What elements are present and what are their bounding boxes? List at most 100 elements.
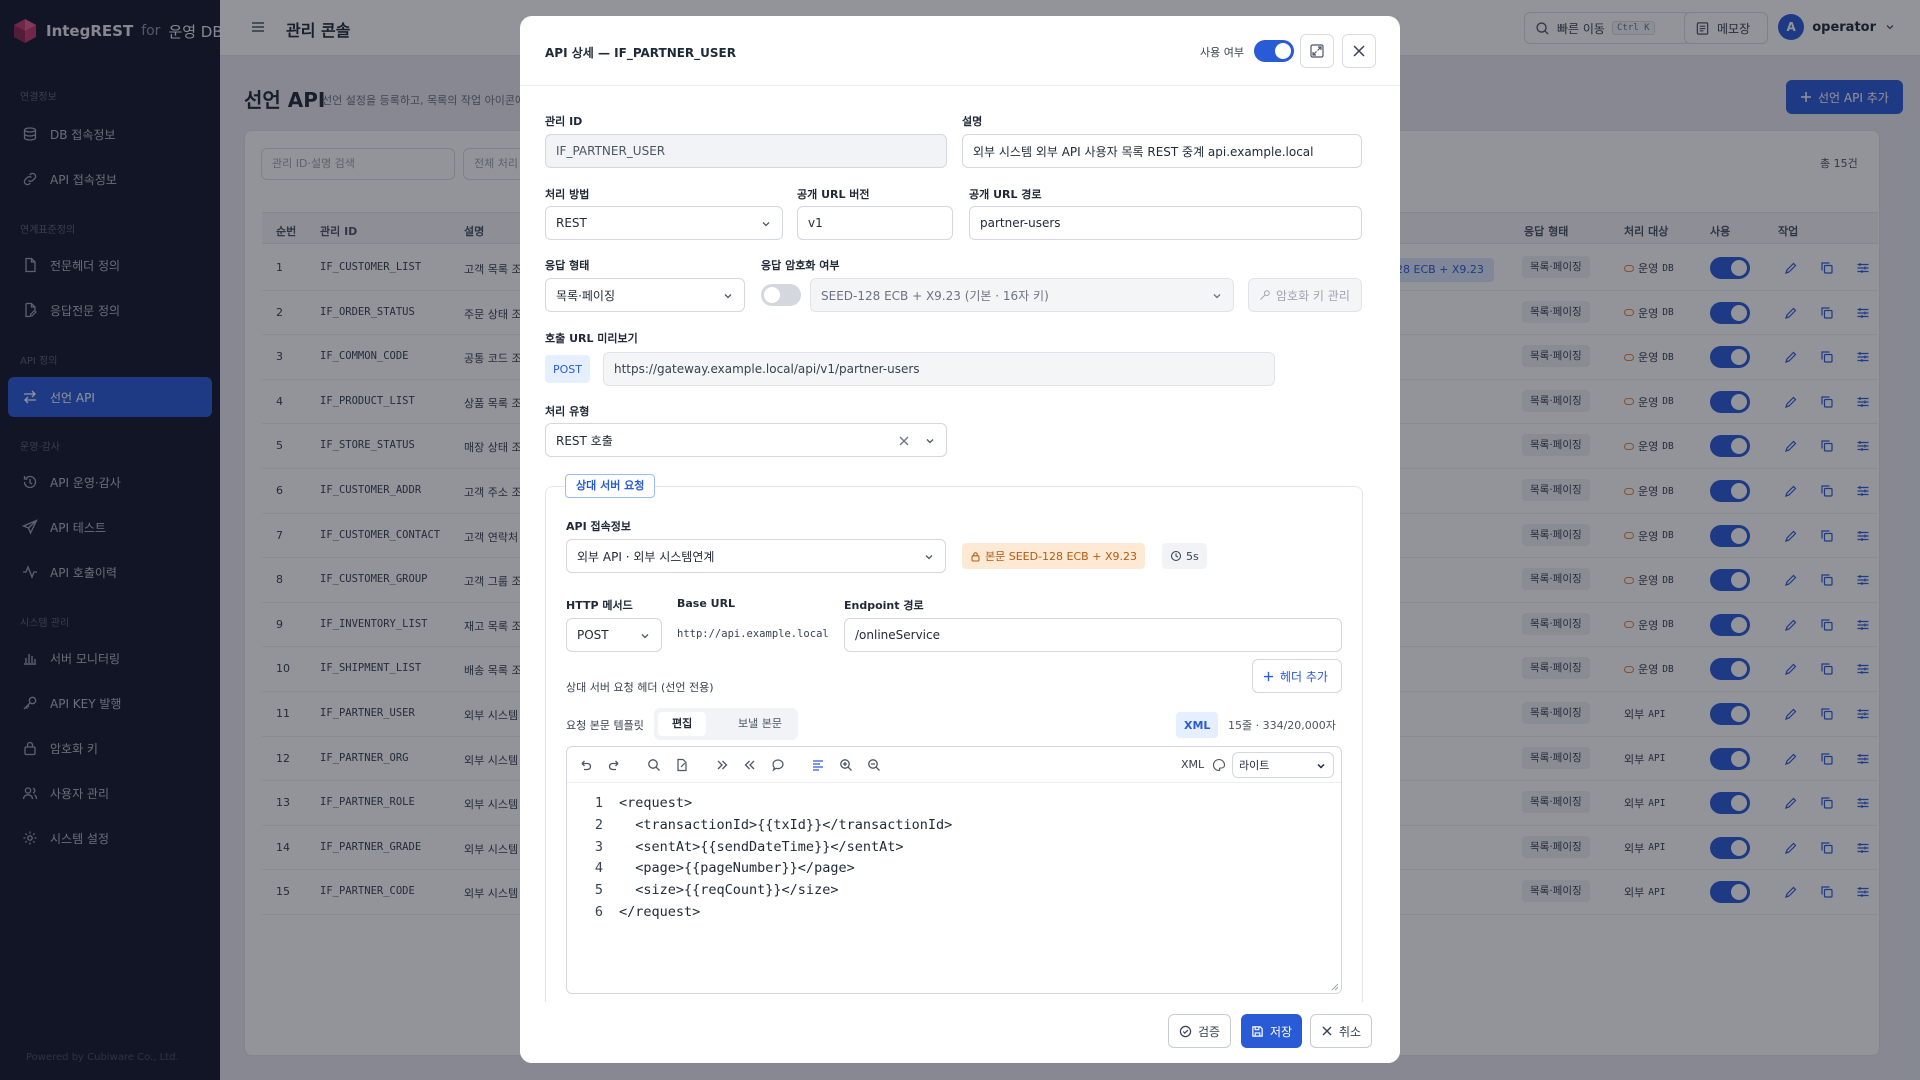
undo-icon[interactable] <box>579 758 593 772</box>
lock-icon <box>971 551 980 561</box>
line-text: <page>{{pageNumber}}</page> <box>619 860 855 877</box>
use-toggle[interactable] <box>1254 40 1294 62</box>
modal-header: API 상세 — IF_PARTNER_USER 사용 여부 <box>520 16 1400 86</box>
base-url-value: http://api.example.local <box>677 628 829 640</box>
response-encryption-label: 응답 암호화 여부 <box>761 259 840 272</box>
timeout-text: 5s <box>1186 549 1199 563</box>
cancel-label: 취소 <box>1339 1024 1362 1039</box>
api-detail-modal: API 상세 — IF_PARTNER_USER 사용 여부 관리 ID IF_… <box>520 16 1400 1063</box>
code-line[interactable]: 2 <transactionId>{{txId}}</transactionId… <box>567 817 1341 839</box>
resize-handle-icon[interactable] <box>1329 981 1339 991</box>
editor-toolbar: XML 라이트 <box>567 747 1341 783</box>
validate-button[interactable]: 검증 <box>1168 1014 1232 1048</box>
code-editor[interactable]: XML 라이트 1 <request> 2 <transactionId>{{txI… <box>566 746 1342 994</box>
chevron-down-icon <box>926 439 934 444</box>
code-line[interactable]: 3 <sentAt>{{sendDateTime}}</sentAt> <box>567 839 1341 861</box>
api-conn-label: API 접속정보 <box>566 520 631 533</box>
search-icon[interactable] <box>647 758 661 772</box>
comment-icon[interactable] <box>771 758 785 772</box>
palette-icon <box>1213 758 1226 772</box>
tab-send-body[interactable]: 보낼 본문 <box>724 712 796 736</box>
encryption-algo-select[interactable]: SEED-128 ECB + X9.23 (기본 · 16자 키) <box>810 278 1234 312</box>
response-encryption-toggle[interactable] <box>761 284 801 306</box>
process-method-select[interactable]: REST <box>545 206 783 240</box>
manage-id-label: 관리 ID <box>545 115 583 128</box>
save-icon <box>1252 1025 1263 1037</box>
manage-id-field[interactable]: IF_PARTNER_USER <box>545 134 947 168</box>
line-text: <request> <box>619 795 693 811</box>
validate-label: 검증 <box>1198 1024 1221 1039</box>
line-text: <sentAt>{{sendDateTime}}</sentAt> <box>619 838 904 855</box>
zoom-in-icon[interactable] <box>839 758 853 772</box>
modal-title: API 상세 — IF_PARTNER_USER <box>545 46 736 60</box>
encryption-algo-value: SEED-128 ECB + X9.23 (기본 · 16자 키) <box>821 288 1049 303</box>
body-encryption-badge: 본문 SEED-128 ECB + X9.23 <box>962 543 1145 569</box>
cancel-button[interactable]: 취소 <box>1310 1014 1373 1048</box>
process-type-select[interactable]: REST 호출 <box>545 423 947 457</box>
expand-all-icon[interactable] <box>715 758 729 772</box>
collapse-all-icon[interactable] <box>743 758 757 772</box>
zoom-out-icon[interactable] <box>867 758 881 772</box>
url-preview-label: 호출 URL 미리보기 <box>545 332 638 345</box>
line-text: </request> <box>619 904 701 920</box>
expand-icon <box>1310 44 1324 58</box>
close-icon <box>1322 1026 1332 1036</box>
encryption-key-manage-button[interactable]: 암호화 키 관리 <box>1248 278 1362 312</box>
preview-method-badge: POST <box>545 355 590 383</box>
save-button[interactable]: 저장 <box>1241 1014 1303 1048</box>
base-url-label: Base URL <box>677 597 736 610</box>
chevron-down-icon <box>762 222 770 227</box>
key-icon <box>1260 290 1270 300</box>
url-path-input[interactable]: partner-users <box>969 206 1362 240</box>
process-method-value: REST <box>556 216 587 230</box>
url-path-label: 공개 URL 경로 <box>969 188 1042 201</box>
theme-select[interactable]: 라이트 <box>1232 752 1334 778</box>
process-type-label: 처리 유형 <box>545 405 590 418</box>
line-number: 4 <box>594 860 603 877</box>
http-method-value: POST <box>577 628 609 642</box>
close-icon <box>1353 45 1365 57</box>
line-number: 5 <box>594 882 603 899</box>
code-line[interactable]: 4 <page>{{pageNumber}}</page> <box>567 860 1341 882</box>
clock-icon <box>1170 550 1182 562</box>
process-type-value: REST 호출 <box>556 433 613 448</box>
line-number: 6 <box>594 904 603 920</box>
line-text: <transactionId>{{txId}}</transactionId> <box>619 816 953 833</box>
line-number: 1 <box>594 795 603 811</box>
http-method-select[interactable]: POST <box>566 618 662 652</box>
line-text: <size>{{reqCount}}</size> <box>619 882 839 899</box>
save-label: 저장 <box>1270 1024 1293 1039</box>
redo-icon[interactable] <box>607 758 621 772</box>
tab-edit[interactable]: 편집 <box>658 712 707 736</box>
url-version-input[interactable]: v1 <box>797 206 953 240</box>
chevron-down-icon <box>1317 763 1325 769</box>
description-field[interactable]: 외부 시스템 외부 API 사용자 목록 REST 중계 api.example… <box>962 134 1362 168</box>
add-header-button[interactable]: 헤더 추가 <box>1252 659 1342 693</box>
clear-icon[interactable] <box>898 435 910 447</box>
http-method-label: HTTP 메서드 <box>566 599 633 612</box>
remote-header-label: 상대 서버 요청 헤더 (선언 전용) <box>566 681 714 694</box>
plus-icon <box>1263 671 1274 681</box>
check-circle-icon <box>1179 1025 1192 1037</box>
format-badge: XML <box>1176 712 1219 738</box>
add-header-label: 헤더 추가 <box>1280 669 1328 684</box>
response-form-value: 목록·페이징 <box>556 288 616 303</box>
endpoint-label: Endpoint 경로 <box>844 599 924 612</box>
expand-button[interactable] <box>1300 34 1334 68</box>
description-label: 설명 <box>962 115 983 128</box>
response-form-select[interactable]: 목록·페이징 <box>545 278 745 312</box>
code-line[interactable]: 5 <size>{{reqCount}}</size> <box>567 882 1341 904</box>
format-icon[interactable] <box>811 758 825 772</box>
code-line[interactable]: 1 <request> <box>567 795 1341 817</box>
chevron-down-icon <box>641 634 649 639</box>
endpoint-input[interactable]: /onlineService <box>844 618 1342 652</box>
template-tabs: 편집 보낼 본문 <box>654 708 798 740</box>
template-label: 요청 본문 템플릿 <box>566 719 644 732</box>
modal-footer: 검증 저장 취소 <box>520 1002 1400 1063</box>
code-line[interactable]: 6 </request> <box>567 904 1341 926</box>
url-preview-field[interactable]: https://gateway.example.local/api/v1/par… <box>603 352 1275 386</box>
editor-mode-label: XML <box>1181 758 1205 771</box>
close-modal-button[interactable] <box>1342 34 1376 68</box>
replace-icon[interactable] <box>675 758 689 772</box>
api-connection-select[interactable]: 외부 API · 외부 시스템연계 <box>566 539 946 573</box>
